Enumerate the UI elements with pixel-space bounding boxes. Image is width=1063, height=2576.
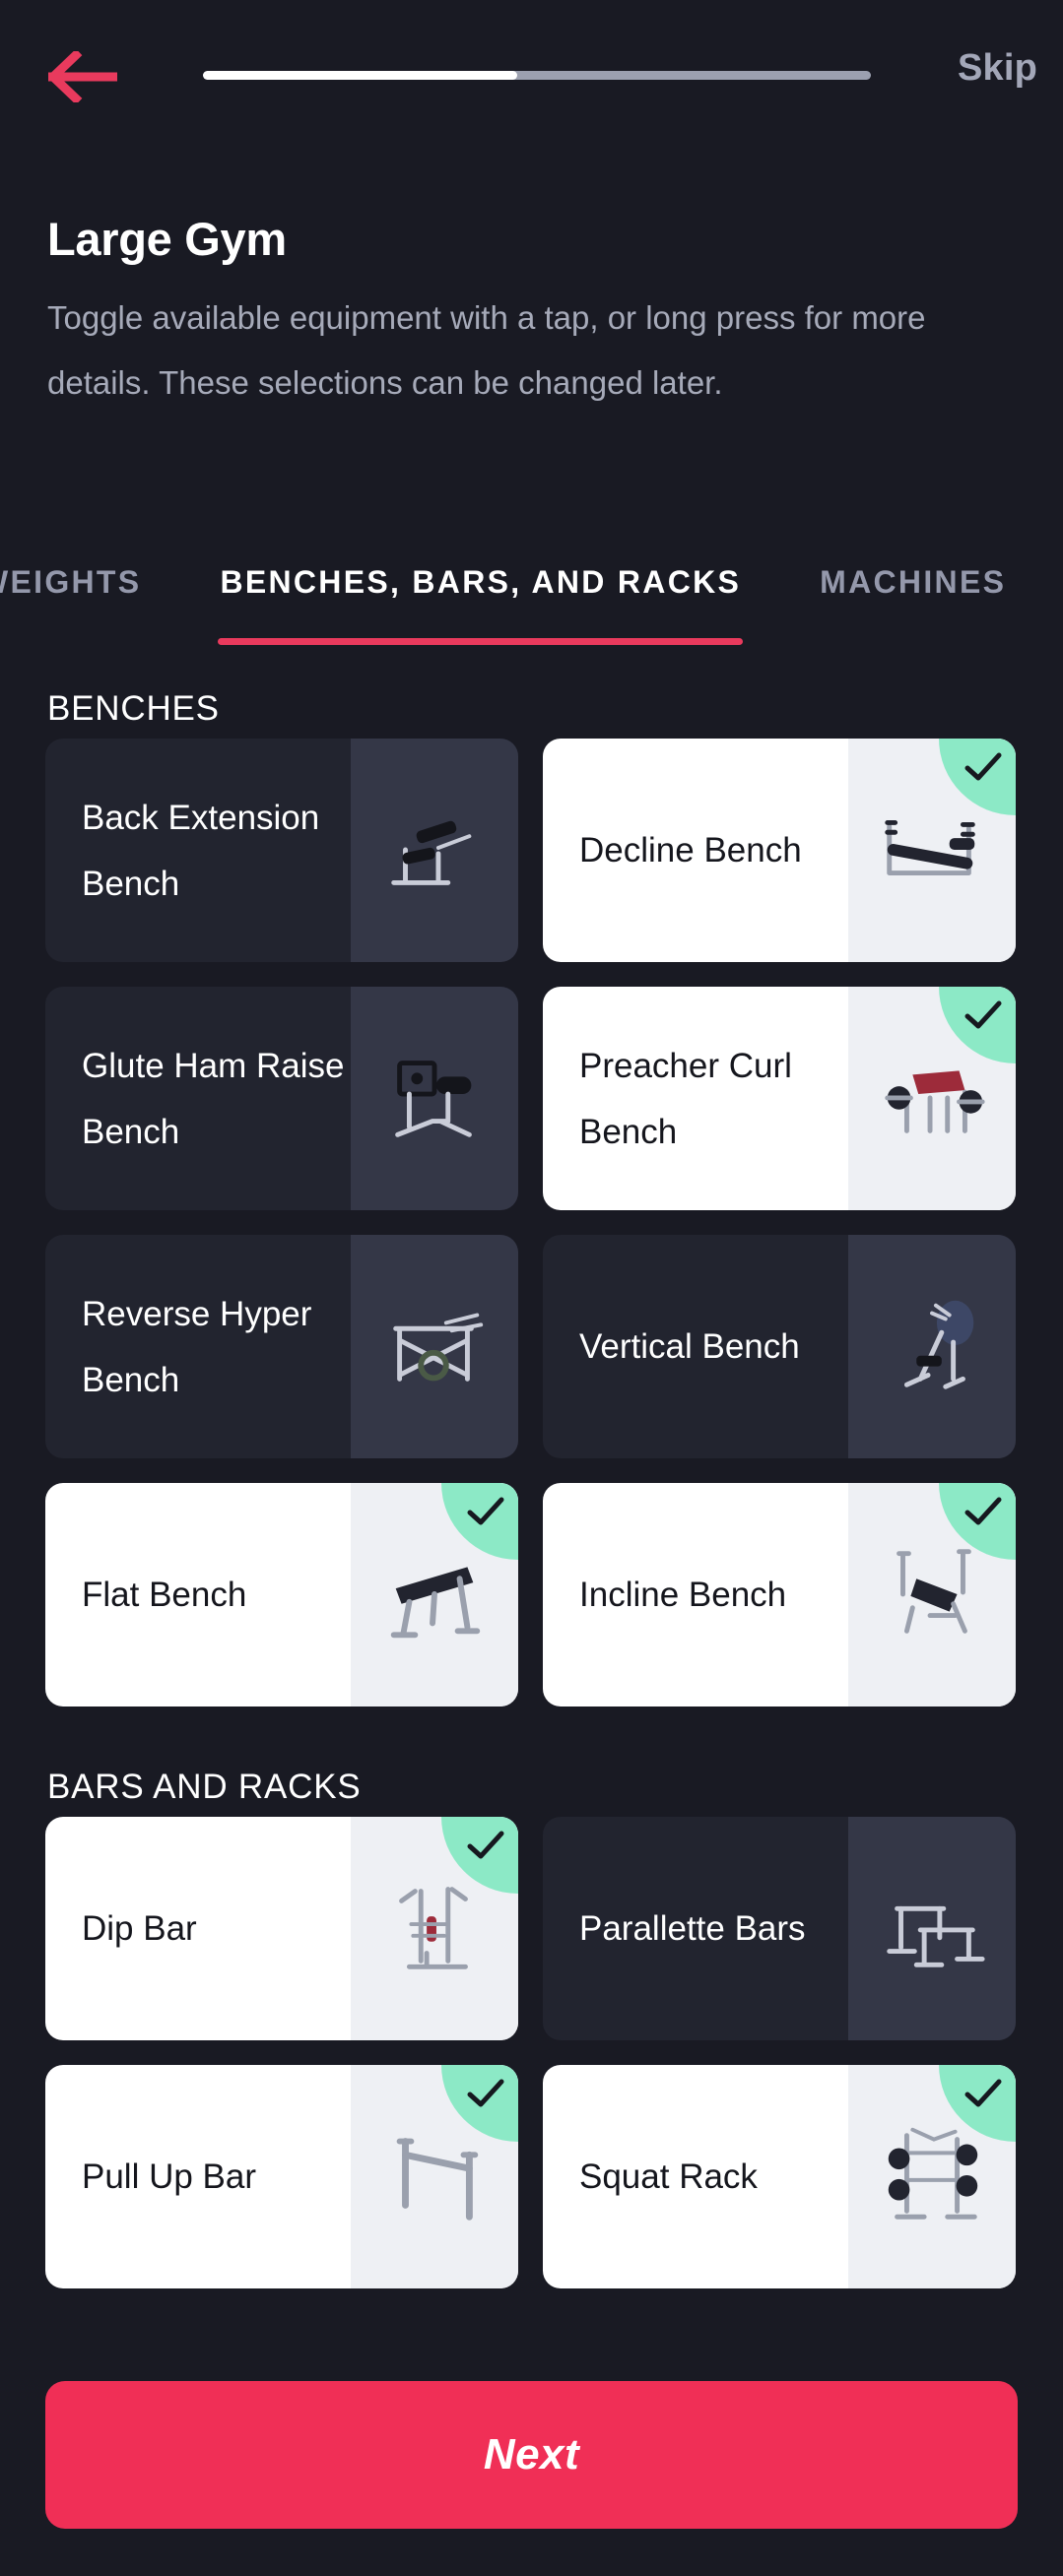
page-title: Large Gym	[47, 213, 287, 265]
tab-label: WEIGHTS	[0, 564, 142, 600]
equipment-image-pane	[848, 1483, 1016, 1707]
check-icon	[466, 1830, 505, 1863]
check-icon	[963, 751, 1003, 785]
equipment-card[interactable]: Reverse Hyper Bench	[45, 1235, 518, 1458]
equipment-label-pane: Vertical Bench	[543, 1235, 848, 1458]
equipment-label: Flat Bench	[82, 1576, 247, 1614]
equipment-label: Squat Rack	[579, 2157, 758, 2196]
arrow-left-icon	[48, 51, 117, 102]
onboarding-progress-bar	[203, 71, 871, 80]
equipment-label: Dip Bar	[82, 1909, 197, 1948]
equipment-card[interactable]: Dip Bar	[45, 1817, 518, 2040]
equipment-card[interactable]: Preacher Curl Bench	[543, 987, 1016, 1210]
equipment-image-pane	[848, 739, 1016, 962]
equipment-image-pane	[351, 1235, 518, 1458]
parallette-bars-icon	[874, 1868, 990, 1989]
equipment-card[interactable]: Back Extension Bench	[45, 739, 518, 962]
equipment-selection-screen: Skip Large Gym Toggle available equipmen…	[0, 0, 1063, 2576]
dip-bar-icon	[376, 1868, 493, 1989]
incline-bench-icon	[874, 1534, 990, 1655]
preacher-curl-bench-icon	[874, 1038, 990, 1159]
equipment-label: Preacher Curl Bench	[579, 1046, 792, 1151]
equipment-label: Glute Ham Raise Bench	[82, 1046, 345, 1151]
equipment-card[interactable]: Glute Ham Raise Bench	[45, 987, 518, 1210]
reverse-hyper-bench-icon	[376, 1286, 493, 1407]
equipment-image-pane	[848, 987, 1016, 1210]
equipment-label-pane: Incline Bench	[543, 1483, 848, 1707]
pull-up-bar-icon	[376, 2116, 493, 2237]
tab-weights[interactable]: WEIGHTS	[0, 556, 180, 655]
tab-machines[interactable]: MACHINES	[780, 556, 1045, 655]
equipment-label-pane: Back Extension Bench	[45, 739, 351, 962]
progress-fill	[203, 71, 517, 80]
tabs-strip: WEIGHTS BENCHES, BARS, AND RACKS MACHINES	[0, 556, 1045, 655]
equipment-sections: BENCHES Back Extension Bench Decline Benc…	[0, 689, 1063, 2288]
equipment-label: Pull Up Bar	[82, 2157, 257, 2196]
flat-bench-icon	[376, 1534, 493, 1655]
equipment-label: Vertical Bench	[579, 1327, 800, 1366]
back-extension-bench-icon	[376, 790, 493, 911]
equipment-image-pane	[351, 1483, 518, 1707]
check-icon	[963, 1496, 1003, 1529]
section-label: BARS AND RACKS	[47, 1768, 362, 1806]
equipment-image-pane	[351, 739, 518, 962]
equipment-label-pane: Parallette Bars	[543, 1817, 848, 2040]
equipment-card[interactable]: Decline Bench	[543, 739, 1016, 962]
back-button[interactable]	[28, 39, 138, 114]
equipment-grid: Dip Bar Parallette Bars Pull Up Bar Squa…	[0, 1817, 1063, 2288]
check-icon	[963, 2078, 1003, 2111]
equipment-label-pane: Preacher Curl Bench	[543, 987, 848, 1210]
equipment-card[interactable]: Parallette Bars	[543, 1817, 1016, 2040]
check-icon	[466, 2078, 505, 2111]
decline-bench-icon	[874, 790, 990, 911]
equipment-label-pane: Decline Bench	[543, 739, 848, 962]
equipment-label-pane: Flat Bench	[45, 1483, 351, 1707]
equipment-image-pane	[848, 1817, 1016, 2040]
top-bar: Skip	[0, 0, 1063, 118]
tab-benches-bars-and-racks[interactable]: BENCHES, BARS, AND RACKS	[180, 556, 780, 655]
equipment-label: Incline Bench	[579, 1576, 787, 1614]
equipment-label-pane: Pull Up Bar	[45, 2065, 351, 2288]
glute-ham-raise-bench-icon	[376, 1038, 493, 1159]
equipment-card[interactable]: Flat Bench	[45, 1483, 518, 1707]
equipment-label: Reverse Hyper Bench	[82, 1294, 312, 1399]
check-icon	[963, 999, 1003, 1033]
equipment-card[interactable]: Vertical Bench	[543, 1235, 1016, 1458]
equipment-label: Back Extension Bench	[82, 798, 320, 903]
category-tabs: WEIGHTS BENCHES, BARS, AND RACKS MACHINES	[0, 556, 1063, 660]
equipment-image-pane	[351, 2065, 518, 2288]
equipment-image-pane	[848, 2065, 1016, 2288]
next-button[interactable]: Next	[45, 2381, 1018, 2529]
equipment-image-pane	[351, 1817, 518, 2040]
equipment-card[interactable]: Pull Up Bar	[45, 2065, 518, 2288]
equipment-label-pane: Squat Rack	[543, 2065, 848, 2288]
equipment-image-pane	[351, 987, 518, 1210]
check-icon	[466, 1496, 505, 1529]
equipment-label-pane: Reverse Hyper Bench	[45, 1235, 351, 1458]
footer-actions: Next	[0, 2381, 1063, 2529]
tab-label: MACHINES	[820, 564, 1007, 600]
squat-rack-icon	[874, 2116, 990, 2237]
equipment-label: Parallette Bars	[579, 1909, 806, 1948]
equipment-grid: Back Extension Bench Decline Bench Glute…	[0, 739, 1063, 1707]
equipment-image-pane	[848, 1235, 1016, 1458]
equipment-label: Decline Bench	[579, 831, 802, 869]
section-label: BENCHES	[47, 689, 220, 728]
skip-button[interactable]: Skip	[958, 47, 1037, 90]
equipment-label-pane: Dip Bar	[45, 1817, 351, 2040]
equipment-card[interactable]: Squat Rack	[543, 2065, 1016, 2288]
equipment-label-pane: Glute Ham Raise Bench	[45, 987, 351, 1210]
page-subtitle: Toggle available equipment with a tap, o…	[47, 299, 926, 401]
equipment-card[interactable]: Incline Bench	[543, 1483, 1016, 1707]
tab-label: BENCHES, BARS, AND RACKS	[220, 564, 742, 600]
vertical-bench-icon	[874, 1286, 990, 1407]
